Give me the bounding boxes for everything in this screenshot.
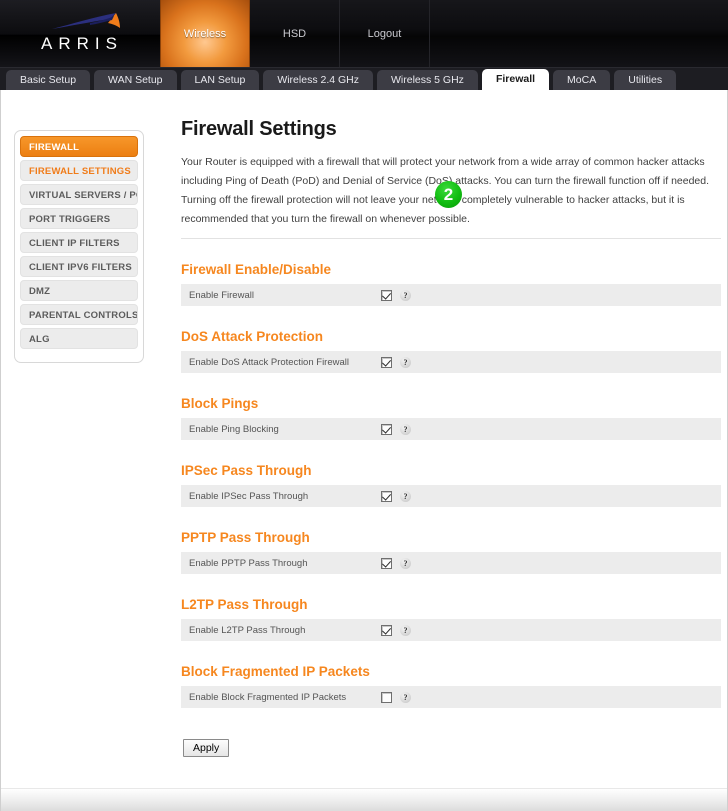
help-question-icon[interactable]: ? (400, 557, 411, 569)
app-header: ARRIS Wireless HSD Logout (0, 0, 728, 68)
brand-block: ARRIS (0, 0, 161, 68)
page-title: Firewall Settings (181, 118, 337, 140)
tab-wan-setup[interactable]: WAN Setup (94, 70, 177, 90)
topnav-item-hsd[interactable]: HSD (250, 0, 340, 68)
brand-wordmark: ARRIS (41, 34, 123, 53)
tab-wireless-5ghz[interactable]: Wireless 5 GHz (377, 70, 478, 90)
arris-logo: ARRIS (22, 12, 142, 56)
section-pptp-pass-through: PPTP Pass Through Enable PPTP Pass Throu… (181, 530, 721, 574)
help-question-icon[interactable]: ? (400, 490, 411, 502)
section-title: IPSec Pass Through (181, 463, 312, 478)
section-ipsec-pass-through: IPSec Pass Through Enable IPSec Pass Thr… (181, 463, 721, 507)
step-annotation-badge: 2 (435, 181, 462, 208)
section-title: DoS Attack Protection (181, 329, 324, 344)
sidebar-item-dmz[interactable]: DMZ (20, 280, 138, 301)
setting-label: Enable DoS Attack Protection Firewall (189, 356, 349, 368)
apply-button[interactable]: Apply (183, 739, 230, 757)
setting-label: Enable PPTP Pass Through (189, 557, 308, 569)
tab-wireless-24ghz[interactable]: Wireless 2.4 GHz (263, 70, 373, 90)
setting-label: Enable Firewall (189, 289, 254, 301)
section-title: PPTP Pass Through (181, 530, 310, 545)
section-firewall-enable-disable: Firewall Enable/Disable Enable Firewall … (181, 262, 721, 306)
setting-row: Enable Ping Blocking ? (181, 418, 721, 440)
tab-lan-setup[interactable]: LAN Setup (180, 70, 260, 90)
sidebar-item-firewall-settings[interactable]: FIREWALL SETTINGS (20, 160, 138, 181)
sidebar-item-client-ip-filters[interactable]: CLIENT IP FILTERS (20, 232, 138, 253)
sidebar-item-alg[interactable]: ALG (20, 328, 138, 349)
setting-label: Enable IPSec Pass Through (189, 490, 309, 502)
setting-row: Enable PPTP Pass Through ? (181, 552, 721, 574)
tab-bar: Basic Setup WAN Setup LAN Setup Wireless… (0, 68, 728, 90)
main-content: Firewall Settings Your Router is equippe… (181, 118, 721, 757)
setting-row: Enable L2TP Pass Through ? (181, 619, 721, 641)
section-title: L2TP Pass Through (181, 597, 308, 612)
enable-block-fragmented-ip-packets-checkbox[interactable] (381, 691, 392, 703)
sidebar-item-virtual-servers[interactable]: VIRTUAL SERVERS / PORT ... (20, 184, 138, 205)
arris-swoosh-icon (52, 13, 120, 29)
setting-label: Enable L2TP Pass Through (189, 624, 306, 636)
section-title: Firewall Enable/Disable (181, 262, 332, 277)
enable-ping-blocking-checkbox[interactable] (381, 423, 392, 435)
page-body: 2 FIREWALL FIREWALL SETTINGS VIRTUAL SER… (0, 90, 728, 811)
footer-strip (1, 788, 727, 811)
setting-row: Enable IPSec Pass Through ? (181, 485, 721, 507)
setting-row: Enable Firewall ? (181, 284, 721, 306)
section-l2tp-pass-through: L2TP Pass Through Enable L2TP Pass Throu… (181, 597, 721, 641)
section-dos-attack-protection: DoS Attack Protection Enable DoS Attack … (181, 329, 721, 373)
enable-ipsec-pass-through-checkbox[interactable] (381, 490, 392, 502)
topnav-item-wireless[interactable]: Wireless (160, 0, 250, 68)
help-question-icon[interactable]: ? (400, 289, 411, 301)
setting-row: Enable DoS Attack Protection Firewall ? (181, 351, 721, 373)
sidebar-item-port-triggers[interactable]: PORT TRIGGERS (20, 208, 138, 229)
tab-basic-setup[interactable]: Basic Setup (6, 70, 91, 90)
help-question-icon[interactable]: ? (400, 356, 411, 368)
section-block-fragmented-ip-packets: Block Fragmented IP Packets Enable Block… (181, 664, 721, 708)
help-question-icon[interactable]: ? (400, 423, 411, 435)
topnav-item-logout[interactable]: Logout (340, 0, 430, 68)
tab-moca[interactable]: MoCA (553, 70, 611, 90)
help-question-icon[interactable]: ? (400, 624, 411, 636)
setting-label: Enable Block Fragmented IP Packets (189, 691, 347, 703)
setting-row: Enable Block Fragmented IP Packets ? (181, 686, 721, 708)
tab-utilities[interactable]: Utilities (614, 70, 677, 90)
sidebar-item-parental-controls[interactable]: PARENTAL CONTROLS (20, 304, 138, 325)
setting-label: Enable Ping Blocking (189, 423, 279, 435)
enable-pptp-pass-through-checkbox[interactable] (381, 557, 392, 569)
content-divider (181, 238, 721, 239)
help-question-icon[interactable]: ? (400, 691, 411, 703)
tab-firewall[interactable]: Firewall (481, 69, 550, 90)
section-title: Block Fragmented IP Packets (181, 664, 370, 679)
enable-firewall-checkbox[interactable] (381, 289, 392, 301)
enable-l2tp-pass-through-checkbox[interactable] (381, 624, 392, 636)
sidebar-header-firewall: FIREWALL (20, 136, 138, 157)
sidebar-item-client-ipv6-filters[interactable]: CLIENT IPV6 FILTERS (20, 256, 138, 277)
sidebar: FIREWALL FIREWALL SETTINGS VIRTUAL SERVE… (14, 130, 144, 363)
apply-button-container: Apply (183, 738, 721, 757)
section-block-pings: Block Pings Enable Ping Blocking ? (181, 396, 721, 440)
enable-dos-protection-checkbox[interactable] (381, 356, 392, 368)
top-navigation: Wireless HSD Logout (160, 0, 430, 68)
section-title: Block Pings (181, 396, 259, 411)
